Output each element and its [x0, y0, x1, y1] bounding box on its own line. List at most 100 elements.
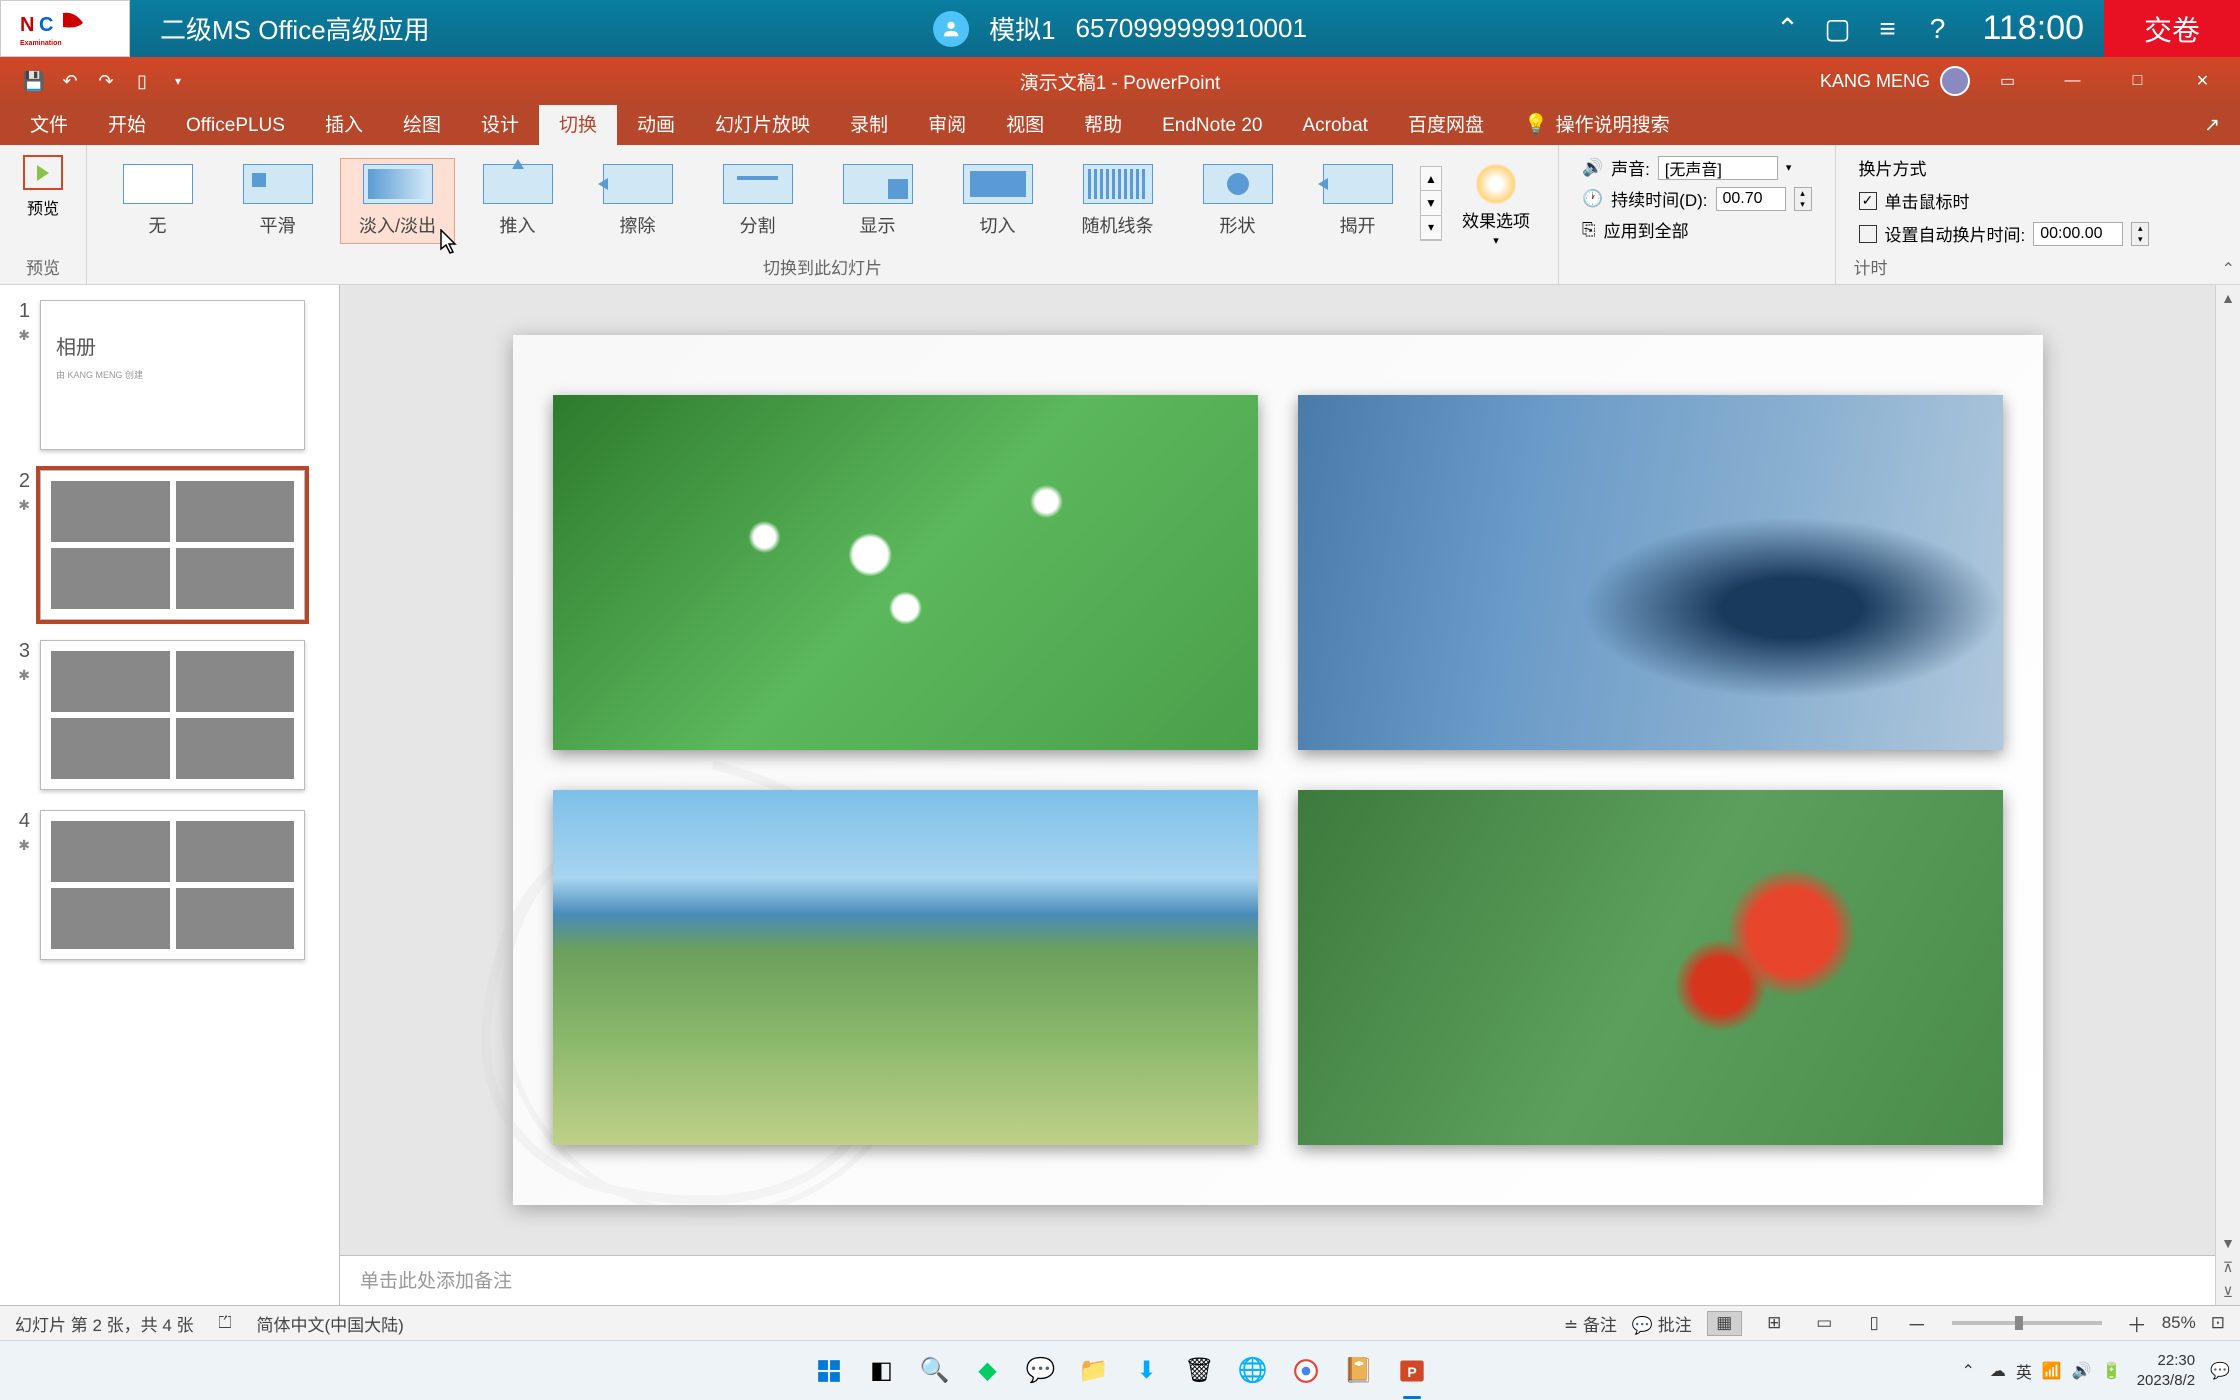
- help-icon[interactable]: ?: [1913, 0, 1963, 57]
- search-icon[interactable]: 🔍: [912, 1348, 957, 1393]
- transition-morph[interactable]: 平滑: [220, 158, 335, 244]
- photo-water-drops-leaf[interactable]: [553, 395, 1258, 750]
- collapse-icon[interactable]: ⌃: [1763, 0, 1813, 57]
- transition-wipe[interactable]: 擦除: [580, 158, 695, 244]
- vertical-scrollbar[interactable]: ▲ ▼ ⊼ ⊻: [2215, 285, 2240, 1305]
- photo-surfer-wave[interactable]: [1298, 395, 2003, 750]
- close-icon[interactable]: ✕: [2175, 57, 2230, 105]
- recycle-bin-icon[interactable]: 🗑: [1177, 1348, 1222, 1393]
- transition-none[interactable]: 无: [100, 158, 215, 244]
- tab-slideshow[interactable]: 幻灯片放映: [695, 102, 830, 145]
- window-icon[interactable]: ▢: [1813, 0, 1863, 57]
- slideshow-view-icon[interactable]: ▯: [1857, 1311, 1892, 1336]
- transition-random-bars[interactable]: 随机线条: [1060, 158, 1175, 244]
- slide-thumbnail-3[interactable]: [40, 640, 305, 790]
- zoom-out-button[interactable]: －: [1907, 1309, 1927, 1338]
- tab-file[interactable]: 文件: [10, 102, 88, 145]
- slide-stage[interactable]: [340, 285, 2215, 1255]
- tab-draw[interactable]: 绘图: [383, 102, 461, 145]
- tab-transitions[interactable]: 切换: [539, 102, 617, 145]
- transition-uncover[interactable]: 揭开: [1300, 158, 1415, 244]
- apply-to-all-button[interactable]: ⎘ 应用到全部: [1582, 217, 1812, 242]
- tab-help[interactable]: 帮助: [1064, 102, 1142, 145]
- next-slide-icon[interactable]: ⊻: [2216, 1280, 2240, 1305]
- transition-cut[interactable]: 切入: [940, 158, 1055, 244]
- start-from-beginning-icon[interactable]: ▯: [128, 67, 156, 95]
- zoom-percentage[interactable]: 85%: [2162, 1313, 2196, 1333]
- effect-options-button[interactable]: 效果选项 ▾: [1447, 158, 1545, 252]
- start-menu-icon[interactable]: [806, 1348, 851, 1393]
- sound-dropdown-icon[interactable]: ▾: [1786, 161, 1792, 174]
- tab-animations[interactable]: 动画: [617, 102, 695, 145]
- duration-input[interactable]: [1716, 187, 1786, 211]
- notes-pane[interactable]: 单击此处添加备注: [340, 1255, 2215, 1305]
- transition-fade[interactable]: 淡入/淡出: [340, 158, 455, 244]
- tell-me-search[interactable]: 💡 操作说明搜索: [1504, 102, 1690, 145]
- tab-endnote[interactable]: EndNote 20: [1142, 107, 1282, 145]
- wechat-icon[interactable]: 💬: [1018, 1348, 1063, 1393]
- sound-dropdown[interactable]: [1658, 156, 1778, 180]
- auto-advance-checkbox[interactable]: [1859, 225, 1877, 243]
- auto-advance-time-input[interactable]: [2033, 222, 2123, 246]
- share-button[interactable]: ↗: [2184, 106, 2240, 145]
- list-icon[interactable]: ≡: [1863, 0, 1913, 57]
- app-icon[interactable]: ◆: [965, 1348, 1010, 1393]
- maximize-icon[interactable]: □: [2110, 57, 2165, 105]
- comments-button[interactable]: 💬 批注: [1632, 1311, 1692, 1336]
- ribbon-display-icon[interactable]: ▭: [1980, 57, 2035, 105]
- normal-view-icon[interactable]: ▦: [1707, 1311, 1742, 1336]
- transition-reveal[interactable]: 显示: [820, 158, 935, 244]
- tab-view[interactable]: 视图: [986, 102, 1064, 145]
- collapse-ribbon-icon[interactable]: ⌃: [2222, 259, 2235, 279]
- user-avatar[interactable]: [1940, 66, 1970, 96]
- submit-exam-button[interactable]: 交卷: [2104, 0, 2240, 57]
- slide-thumbnail-4[interactable]: [40, 810, 305, 960]
- tab-officeplus[interactable]: OfficePLUS: [166, 107, 305, 145]
- photo-coastal-hills[interactable]: [553, 790, 1258, 1145]
- notifications-icon[interactable]: 💬: [2210, 1361, 2230, 1381]
- undo-icon[interactable]: ↶: [56, 67, 84, 95]
- tab-acrobat[interactable]: Acrobat: [1282, 107, 1387, 145]
- prev-slide-icon[interactable]: ⊼: [2216, 1255, 2240, 1280]
- qat-dropdown-icon[interactable]: ▾: [164, 67, 192, 95]
- tab-design[interactable]: 设计: [461, 102, 539, 145]
- zoom-in-button[interactable]: ＋: [2127, 1309, 2147, 1338]
- minimize-icon[interactable]: —: [2045, 57, 2100, 105]
- powerpoint-taskbar-icon[interactable]: P: [1389, 1348, 1434, 1393]
- auto-time-spinner[interactable]: ▴▾: [2131, 222, 2149, 246]
- notes-button[interactable]: ≐ 备注: [1564, 1311, 1617, 1336]
- task-view-icon[interactable]: ◧: [859, 1348, 904, 1393]
- current-slide[interactable]: [513, 335, 2043, 1205]
- volume-icon[interactable]: 🔊: [2072, 1361, 2092, 1381]
- thunder-icon[interactable]: ⬇: [1124, 1348, 1169, 1393]
- slide-thumbnail-2[interactable]: [40, 470, 305, 620]
- file-explorer-icon[interactable]: 📁: [1071, 1348, 1116, 1393]
- save-icon[interactable]: 💾: [20, 67, 48, 95]
- tab-home[interactable]: 开始: [88, 102, 166, 145]
- tab-baidunetdisk[interactable]: 百度网盘: [1388, 102, 1504, 145]
- fit-to-window-icon[interactable]: ⊡: [2211, 1313, 2225, 1333]
- gallery-scroll[interactable]: ▲▼▾: [1420, 166, 1442, 241]
- spellcheck-icon[interactable]: ⏍: [219, 1313, 232, 1333]
- zoom-slider[interactable]: [1952, 1321, 2102, 1325]
- photo-red-flowers[interactable]: [1298, 790, 2003, 1145]
- scroll-up-icon[interactable]: ▲: [2216, 285, 2240, 310]
- slide-thumbnail-1[interactable]: 相册 由 KANG MENG 创建: [40, 300, 305, 450]
- transition-split[interactable]: 分割: [700, 158, 815, 244]
- chrome-icon[interactable]: [1283, 1348, 1328, 1393]
- wifi-icon[interactable]: 📶: [2042, 1361, 2062, 1381]
- onedrive-icon[interactable]: ☁: [1990, 1361, 2006, 1381]
- scroll-down-icon[interactable]: ▼: [2216, 1230, 2240, 1255]
- slide-sorter-view-icon[interactable]: ⊞: [1757, 1311, 1792, 1336]
- duration-spinner[interactable]: ▴▾: [1794, 187, 1812, 211]
- edge-icon[interactable]: 🌐: [1230, 1348, 1275, 1393]
- reading-view-icon[interactable]: ▭: [1807, 1311, 1842, 1336]
- ime-indicator[interactable]: 英: [2016, 1359, 2032, 1383]
- tab-review[interactable]: 审阅: [908, 102, 986, 145]
- on-click-checkbox[interactable]: ✓: [1859, 192, 1877, 210]
- battery-icon[interactable]: 🔋: [2102, 1361, 2122, 1381]
- tab-insert[interactable]: 插入: [305, 102, 383, 145]
- preview-button[interactable]: 预览: [8, 150, 78, 224]
- app2-icon[interactable]: 📔: [1336, 1348, 1381, 1393]
- tray-expand-icon[interactable]: ⌃: [1962, 1361, 1975, 1381]
